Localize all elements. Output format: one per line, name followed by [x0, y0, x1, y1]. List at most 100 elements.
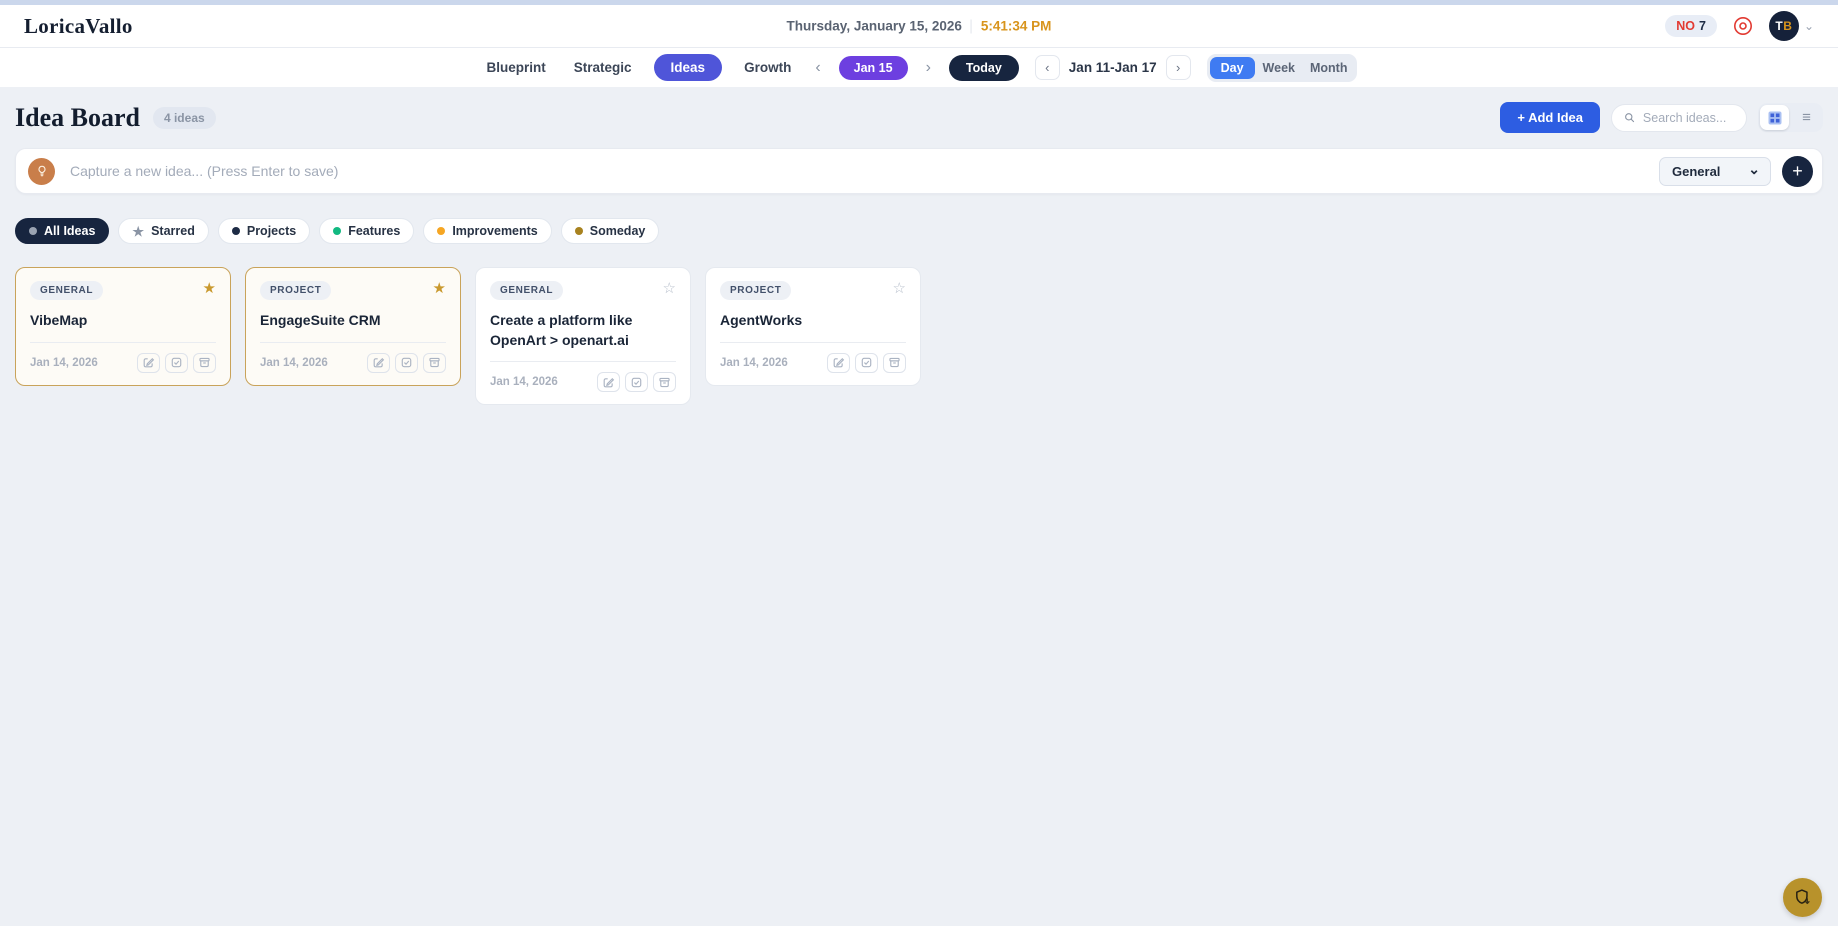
filter-chip-improvements[interactable]: Improvements	[423, 218, 551, 244]
card-category-badge: GENERAL	[490, 281, 563, 300]
filter-chip-label: Features	[348, 224, 400, 238]
add-idea-button[interactable]: + Add Idea	[1500, 102, 1600, 133]
idea-card[interactable]: PROJECT ★ EngageSuite CRM Jan 14, 2026	[245, 267, 461, 386]
card-title: Create a platform like OpenArt > openart…	[490, 311, 676, 350]
card-footer: Jan 14, 2026	[260, 342, 446, 373]
archive-icon[interactable]	[653, 372, 676, 392]
search-box[interactable]	[1611, 104, 1747, 132]
capture-bar: General ⌄ +	[15, 148, 1823, 194]
card-actions	[367, 353, 446, 373]
user-menu[interactable]: TB ⌄	[1769, 11, 1814, 41]
current-time: 5:41:34 PM	[981, 19, 1052, 34]
idea-card[interactable]: PROJECT ☆ AgentWorks Jan 14, 2026	[705, 267, 921, 386]
shield-fab-button[interactable]	[1783, 878, 1822, 917]
view-toggle: ≡	[1758, 103, 1823, 132]
grid-view-button[interactable]	[1760, 105, 1789, 130]
range-next-button[interactable]: ›	[1166, 55, 1191, 80]
edit-icon[interactable]	[137, 353, 160, 373]
date-next-chevron[interactable]: ›	[924, 59, 933, 77]
category-dot-icon	[333, 227, 341, 235]
notification-count: 7	[1699, 19, 1706, 33]
view-mode-month[interactable]: Month	[1303, 57, 1354, 79]
list-view-button[interactable]: ≡	[1792, 105, 1821, 130]
app-header: LoricaVallo Thursday, January 15, 2026 5…	[0, 5, 1838, 48]
today-button[interactable]: Today	[949, 55, 1019, 81]
nav-tabs: Blueprint Strategic Ideas Growth	[481, 54, 798, 81]
card-date: Jan 14, 2026	[260, 357, 328, 369]
cards-grid: GENERAL ★ VibeMap Jan 14, 2026	[15, 267, 1823, 405]
card-top-row: PROJECT ★	[260, 281, 446, 300]
card-title: AgentWorks	[720, 311, 906, 331]
idea-card[interactable]: GENERAL ☆ Create a platform like OpenArt…	[475, 267, 691, 405]
complete-icon[interactable]	[165, 353, 188, 373]
nav-tab-strategic[interactable]: Strategic	[568, 54, 638, 81]
card-date: Jan 14, 2026	[490, 376, 558, 388]
week-range-label: Jan 11-Jan 17	[1069, 60, 1157, 75]
nav-tab-blueprint[interactable]: Blueprint	[481, 54, 552, 81]
avatar[interactable]: TB	[1769, 11, 1799, 41]
filter-chip-someday[interactable]: Someday	[561, 218, 660, 244]
card-top-row: PROJECT ☆	[720, 281, 906, 300]
date-prev-chevron[interactable]: ‹	[813, 59, 822, 77]
filter-chips: All Ideas ★ Starred Projects Features Im…	[15, 218, 1823, 244]
card-title: VibeMap	[30, 311, 216, 331]
star-icon[interactable]: ★	[203, 281, 216, 296]
edit-icon[interactable]	[367, 353, 390, 373]
card-footer: Jan 14, 2026	[490, 361, 676, 392]
category-dot-icon	[29, 227, 37, 235]
idea-card[interactable]: GENERAL ★ VibeMap Jan 14, 2026	[15, 267, 231, 386]
archive-icon[interactable]	[423, 353, 446, 373]
grid-icon	[1768, 111, 1782, 125]
notification-prefix: NO	[1676, 19, 1695, 33]
current-day-pill[interactable]: Jan 15	[839, 56, 908, 80]
current-date: Thursday, January 15, 2026	[787, 19, 962, 34]
page-title: Idea Board	[15, 103, 140, 133]
complete-icon[interactable]	[855, 353, 878, 373]
target-icon[interactable]	[1732, 15, 1754, 37]
card-top-row: GENERAL ★	[30, 281, 216, 300]
filter-chip-features[interactable]: Features	[319, 218, 414, 244]
filter-chip-label: Starred	[151, 224, 195, 238]
card-actions	[137, 353, 216, 373]
capture-idea-input[interactable]	[68, 162, 1659, 180]
filter-chip-label: All Ideas	[44, 224, 95, 238]
card-date: Jan 14, 2026	[30, 357, 98, 369]
filter-chip-label: Projects	[247, 224, 296, 238]
idea-count-badge: 4 ideas	[153, 107, 216, 129]
search-input[interactable]	[1641, 110, 1734, 126]
complete-icon[interactable]	[625, 372, 648, 392]
search-icon	[1624, 111, 1635, 124]
filter-chip-starred[interactable]: ★ Starred	[118, 218, 208, 244]
nav-tab-ideas[interactable]: Ideas	[654, 54, 723, 81]
complete-icon[interactable]	[395, 353, 418, 373]
category-dot-icon	[575, 227, 583, 235]
nav-tab-growth[interactable]: Growth	[738, 54, 797, 81]
edit-icon[interactable]	[827, 353, 850, 373]
edit-icon[interactable]	[597, 372, 620, 392]
card-title: EngageSuite CRM	[260, 311, 446, 331]
category-dot-icon	[437, 227, 445, 235]
star-icon: ★	[132, 225, 144, 238]
archive-icon[interactable]	[883, 353, 906, 373]
view-mode-week[interactable]: Week	[1256, 57, 1302, 79]
category-select[interactable]: General	[1659, 157, 1771, 186]
list-icon: ≡	[1802, 110, 1811, 125]
star-icon[interactable]: ★	[433, 281, 446, 296]
notification-badge[interactable]: NO 7	[1665, 15, 1717, 37]
archive-icon[interactable]	[193, 353, 216, 373]
capture-add-button[interactable]: +	[1782, 156, 1813, 187]
star-icon[interactable]: ☆	[893, 281, 906, 296]
card-footer: Jan 14, 2026	[30, 342, 216, 373]
star-icon[interactable]: ☆	[663, 281, 676, 296]
range-prev-button[interactable]: ‹	[1035, 55, 1060, 80]
category-dot-icon	[232, 227, 240, 235]
card-category-badge: PROJECT	[260, 281, 331, 300]
filter-chip-all-ideas[interactable]: All Ideas	[15, 218, 109, 244]
filter-chip-projects[interactable]: Projects	[218, 218, 310, 244]
header-datetime: Thursday, January 15, 2026 5:41:34 PM	[787, 19, 1052, 34]
lightbulb-icon	[28, 158, 55, 185]
view-mode-day[interactable]: Day	[1210, 57, 1255, 79]
header-right-cluster: NO 7 TB ⌄	[1665, 11, 1814, 41]
card-category-badge: GENERAL	[30, 281, 103, 300]
avatar-initial-accent: B	[1783, 19, 1792, 33]
